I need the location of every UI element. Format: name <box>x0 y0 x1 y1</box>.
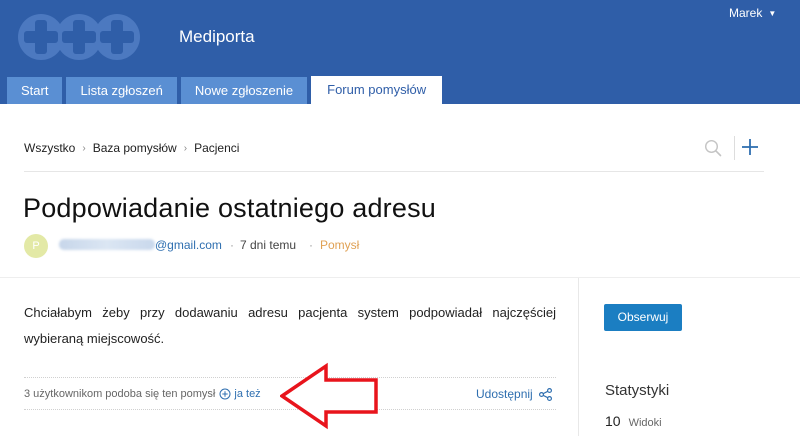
page-title: Podpowiadanie ostatniego adresu <box>23 193 437 223</box>
toolbar-divider <box>734 136 735 160</box>
meta-separator: · <box>230 238 234 252</box>
tab-forum-pomyslow[interactable]: Forum pomysłów <box>311 76 443 104</box>
me-too-label: ja też <box>234 388 261 400</box>
share-icon <box>538 387 552 401</box>
tab-start[interactable]: Start <box>7 77 63 104</box>
stat-value: 10 <box>605 413 621 429</box>
logo-crosses-icon <box>18 14 140 60</box>
share-button[interactable]: Udostępnij <box>476 387 552 401</box>
user-name: Marek <box>729 6 763 20</box>
divider <box>0 277 800 278</box>
likes-text: 3 użytkownikom podoba się ten pomysł <box>24 388 216 400</box>
brand-name: Mediporta <box>179 27 255 46</box>
breadcrumb-item-baza-pomyslow[interactable]: Baza pomysłów <box>93 141 177 155</box>
meta-separator: · <box>309 238 313 252</box>
me-too-button[interactable]: ja też <box>219 388 261 400</box>
avatar: P <box>24 234 48 258</box>
likes-row: 3 użytkownikom podoba się ten pomysł ja … <box>24 388 261 400</box>
breadcrumb-item-wszystko[interactable]: Wszystko <box>24 141 75 155</box>
caret-down-icon: ▼ <box>768 9 777 18</box>
column-divider <box>578 278 579 436</box>
app-header: Mediporta Marek ▼ Start Lista zgłoszeń No… <box>0 0 800 104</box>
stat-row-views: 10 Widoki <box>605 413 662 429</box>
chevron-right-icon: › <box>82 142 86 154</box>
plus-circle-icon <box>219 388 231 400</box>
tab-lista-zgloszen[interactable]: Lista zgłoszeń <box>66 77 177 104</box>
category-badge[interactable]: Pomysł <box>320 238 359 252</box>
stat-label: Widoki <box>628 417 662 429</box>
red-arrow-annotation-icon <box>280 362 378 430</box>
redacted-email <box>59 239 155 250</box>
plus-icon[interactable] <box>740 137 760 157</box>
chevron-right-icon: › <box>183 142 188 154</box>
author-email[interactable]: @gmail.com <box>155 238 222 252</box>
user-menu[interactable]: Marek ▼ <box>729 6 776 20</box>
stats-title: Statystyki <box>605 382 670 399</box>
share-label: Udostępnij <box>476 387 533 401</box>
search-icon[interactable] <box>704 139 722 157</box>
divider <box>24 171 764 172</box>
breadcrumb-item-pacjenci[interactable]: Pacjenci <box>194 141 239 155</box>
tab-nowe-zgloszenie[interactable]: Nowe zgłoszenie <box>180 77 308 104</box>
follow-button[interactable]: Obserwuj <box>604 304 682 331</box>
post-body: Chciałabym żeby przy dodawaniu adresu pa… <box>24 305 556 346</box>
main-tabs: Start Lista zgłoszeń Nowe zgłoszenie For… <box>7 76 446 104</box>
breadcrumb: Wszystko › Baza pomysłów › Pacjenci <box>24 141 239 155</box>
post-date: 7 dni temu <box>240 238 297 252</box>
